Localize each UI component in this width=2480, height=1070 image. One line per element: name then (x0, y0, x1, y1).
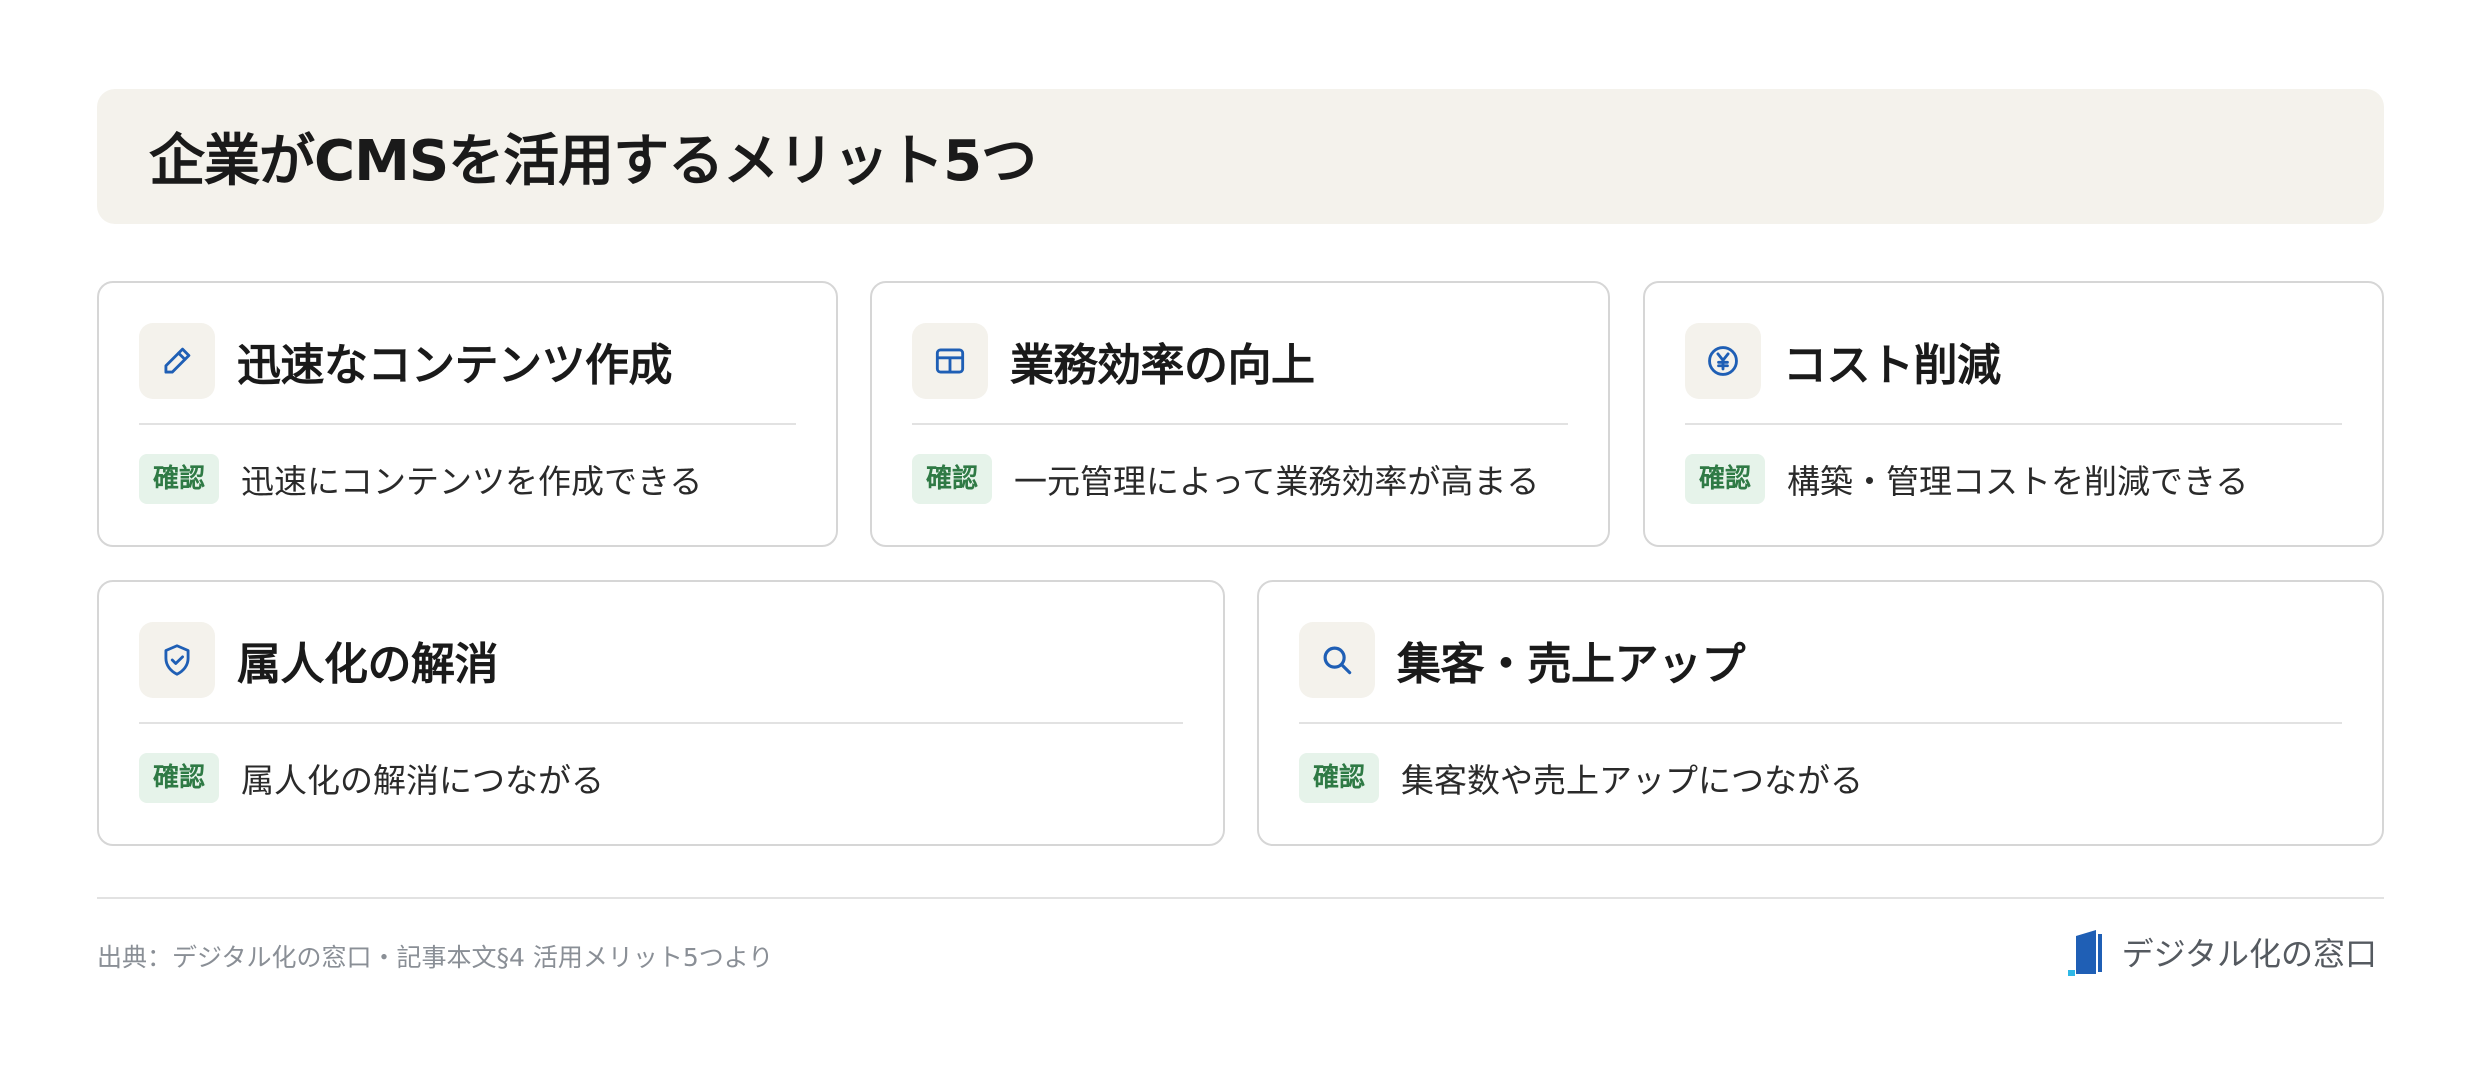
card-header: 集客・売上アップ (1299, 622, 2342, 698)
page-title: 企業がCMSを活用するメリット5つ (149, 129, 1037, 194)
brand-name: デジタル化の窓口 (2121, 935, 2377, 973)
card-title: 属人化の解消 (237, 639, 499, 690)
title-banner: 企業がCMSを活用するメリット5つ (97, 89, 2384, 224)
confirm-badge: 確認 (139, 454, 220, 504)
card-header: 迅速なコンテンツ作成 (139, 323, 796, 399)
grid-table-icon (912, 323, 988, 399)
yen-coin-icon (1685, 323, 1761, 399)
card-title: 業務効率の向上 (1010, 340, 1315, 391)
card-header: コスト削減 (1685, 323, 2342, 399)
card-body: 確認 一元管理によって業務効率が高まる (912, 453, 1588, 505)
card-header: 業務効率の向上 (912, 323, 1568, 399)
card-header: 属人化の解消 (139, 622, 1183, 698)
card-body: 確認 属人化の解消につながる (139, 752, 1203, 804)
card-body: 確認 構築・管理コストを削減できる (1685, 453, 2362, 505)
card-title: コスト削減 (1783, 340, 2001, 391)
card-title: 集客・売上アップ (1397, 639, 1746, 690)
card-divider (139, 423, 796, 425)
brand-logo: デジタル化の窓口 (2067, 928, 2377, 976)
card-text: 属人化の解消につながる (241, 761, 605, 800)
card-divider (1299, 722, 2342, 724)
search-icon (1299, 622, 1375, 698)
merit-card-2: 業務効率の向上 確認 一元管理によって業務効率が高まる (870, 281, 1610, 547)
card-title: 迅速なコンテンツ作成 (237, 340, 673, 391)
card-divider (139, 722, 1183, 724)
footer-divider (97, 897, 2384, 899)
confirm-badge: 確認 (1299, 753, 1380, 803)
shield-check-icon (139, 622, 215, 698)
confirm-badge: 確認 (139, 753, 220, 803)
card-text: 迅速にコンテンツを作成できる (241, 462, 703, 501)
merit-card-3: コスト削減 確認 構築・管理コストを削減できる (1643, 281, 2384, 547)
confirm-badge: 確認 (912, 454, 993, 504)
merit-card-5: 集客・売上アップ 確認 集客数や売上アップにつながる (1257, 580, 2384, 846)
card-text: 一元管理によって業務効率が高まる (1014, 462, 1540, 501)
brand-mark-icon (2067, 930, 2102, 976)
source-citation: 出典：デジタル化の窓口・記事本文§4 活用メリット5つより (97, 943, 774, 972)
merit-card-4: 属人化の解消 確認 属人化の解消につながる (97, 580, 1225, 846)
card-divider (1685, 423, 2342, 425)
confirm-badge: 確認 (1685, 454, 1766, 504)
card-body: 確認 集客数や売上アップにつながる (1299, 752, 2362, 804)
merit-card-1: 迅速なコンテンツ作成 確認 迅速にコンテンツを作成できる (97, 281, 838, 547)
card-text: 集客数や売上アップにつながる (1401, 761, 1864, 800)
card-divider (912, 423, 1568, 425)
card-body: 確認 迅速にコンテンツを作成できる (139, 453, 816, 505)
pencil-icon (139, 323, 215, 399)
card-text: 構築・管理コストを削減できる (1787, 462, 2249, 501)
